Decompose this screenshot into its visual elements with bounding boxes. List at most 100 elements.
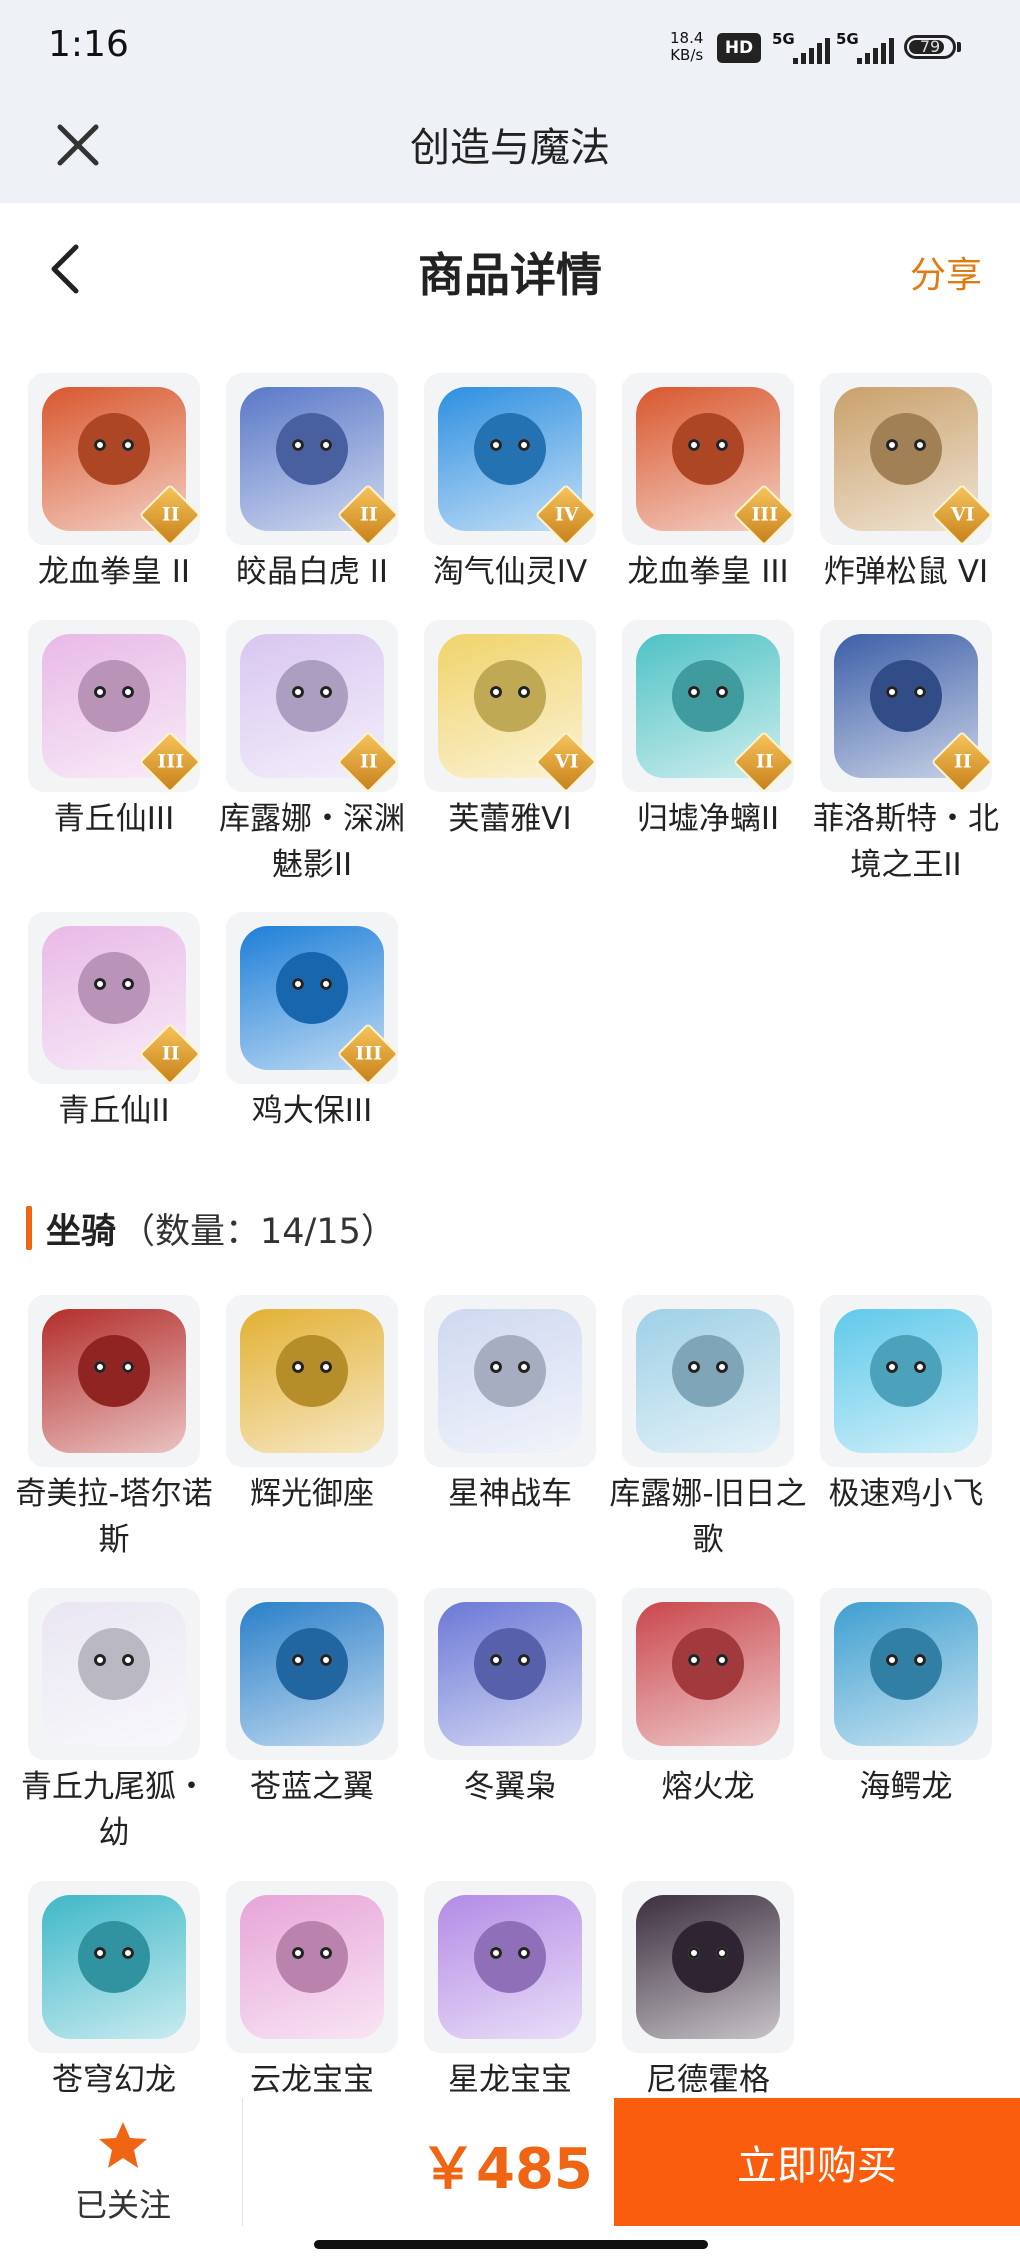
pet-item[interactable]: II 库露娜・深渊魅影II xyxy=(213,620,411,888)
mount-artwork xyxy=(240,1895,384,2039)
pet-thumbnail: II xyxy=(28,912,200,1084)
pet-thumbnail: II xyxy=(28,373,200,545)
mount-thumbnail xyxy=(28,1881,200,2053)
mount-artwork xyxy=(636,1602,780,1746)
mount-artwork xyxy=(240,1309,384,1453)
mount-item[interactable]: 星龙宝宝 xyxy=(411,1881,609,2103)
pet-name: 龙血拳皇 II xyxy=(37,554,191,590)
follow-button[interactable]: 已关注 xyxy=(38,2110,208,2224)
mount-thumbnail xyxy=(226,1588,398,1760)
mount-thumbnail xyxy=(424,1295,596,1467)
mount-item[interactable]: 星神战车 xyxy=(411,1295,609,1517)
buy-now-button[interactable]: 立即购买 xyxy=(614,2098,1020,2226)
bottom-bar: 已关注 ￥485 立即购买 xyxy=(0,2098,1020,2228)
mount-item[interactable]: 云龙宝宝 xyxy=(213,1881,411,2103)
pet-thumbnail: IV xyxy=(424,373,596,545)
pet-item[interactable]: III 青丘仙III xyxy=(15,620,213,842)
mount-thumbnail xyxy=(820,1295,992,1467)
signal-icon: 5G xyxy=(836,30,894,64)
pet-name: 炸弹松鼠 VI xyxy=(823,554,989,590)
detail-header: 商品详情 分享 xyxy=(0,203,1020,333)
mount-item[interactable]: 苍穹幻龙 xyxy=(15,1881,213,2103)
pet-thumbnail: II xyxy=(820,620,992,792)
signal-label: 5G xyxy=(836,30,859,48)
mount-item[interactable]: 尼德霍格 xyxy=(609,1881,807,2103)
star-icon xyxy=(99,2122,147,2168)
mount-name: 海鳄龙 xyxy=(859,1769,953,1805)
rank-label: IV xyxy=(554,503,579,526)
battery-level: 79 xyxy=(919,37,941,56)
pet-item[interactable]: VI 芙蕾雅VI xyxy=(411,620,609,842)
rank-label: VI xyxy=(554,750,579,773)
mount-thumbnail xyxy=(28,1588,200,1760)
mount-name: 尼德霍格 xyxy=(646,2062,770,2098)
pet-item[interactable]: II 龙血拳皇 II xyxy=(15,373,213,595)
mount-artwork xyxy=(240,1602,384,1746)
share-button[interactable]: 分享 xyxy=(910,246,982,298)
mount-name: 苍蓝之翼 xyxy=(250,1769,374,1805)
rank-label: II xyxy=(161,1042,180,1065)
mount-thumbnail xyxy=(622,1295,794,1467)
pet-item[interactable]: IV 淘气仙灵IV xyxy=(411,373,609,595)
rank-label: II xyxy=(359,503,378,526)
mount-artwork xyxy=(834,1309,978,1453)
mount-name: 熔火龙 xyxy=(661,1769,755,1805)
page-title: 商品详情 xyxy=(418,248,602,302)
pet-item[interactable]: III 鸡大保III xyxy=(213,912,411,1134)
rank-label: III xyxy=(355,1042,383,1065)
mount-item[interactable]: 熔火龙 xyxy=(609,1588,807,1810)
mount-item[interactable]: 库露娜-旧日之歌 xyxy=(609,1295,807,1563)
rank-label: III xyxy=(157,750,185,773)
mount-name: 冬翼枭 xyxy=(463,1769,557,1805)
network-speed-unit: KB/s xyxy=(670,46,704,64)
mount-name: 青丘九尾狐・幼 xyxy=(21,1769,207,1851)
pet-item[interactable]: II 皎晶白虎 II xyxy=(213,373,411,595)
pet-item[interactable]: II 青丘仙II xyxy=(15,912,213,1134)
pet-thumbnail: VI xyxy=(820,373,992,545)
pet-name: 归墟净螭II xyxy=(636,801,780,837)
pet-thumbnail: VI xyxy=(424,620,596,792)
pet-item[interactable]: II 归墟净螭II xyxy=(609,620,807,842)
mount-artwork xyxy=(42,1309,186,1453)
price: ￥485 xyxy=(420,2137,593,2202)
mount-item[interactable]: 辉光御座 xyxy=(213,1295,411,1517)
mount-item[interactable]: 奇美拉-塔尔诺斯 xyxy=(15,1295,213,1563)
rank-label: II xyxy=(953,750,972,773)
mount-thumbnail xyxy=(28,1295,200,1467)
mount-name: 奇美拉-塔尔诺斯 xyxy=(15,1476,213,1558)
mount-name: 星龙宝宝 xyxy=(448,2062,572,2098)
signal-label: 5G xyxy=(772,30,795,48)
status-time: 1:16 xyxy=(48,24,129,65)
mount-artwork xyxy=(438,1309,582,1453)
mount-thumbnail xyxy=(226,1295,398,1467)
mount-thumbnail xyxy=(424,1881,596,2053)
pet-item[interactable]: II 菲洛斯特・北境之王II xyxy=(807,620,1005,888)
mount-item[interactable]: 海鳄龙 xyxy=(807,1588,1005,1810)
mount-item[interactable]: 极速鸡小飞 xyxy=(807,1295,1005,1517)
rank-label: II xyxy=(359,750,378,773)
app-bar: 创造与魔法 xyxy=(0,95,1020,203)
network-speed-value: 18.4 xyxy=(670,29,704,47)
pet-name: 菲洛斯特・北境之王II xyxy=(813,801,999,883)
mount-name: 辉光御座 xyxy=(250,1476,374,1512)
mount-item[interactable]: 青丘九尾狐・幼 xyxy=(15,1588,213,1856)
pet-item[interactable]: VI 炸弹松鼠 VI xyxy=(807,373,1005,595)
mount-name: 云龙宝宝 xyxy=(250,2062,374,2098)
mount-thumbnail xyxy=(622,1588,794,1760)
mount-artwork xyxy=(438,1895,582,2039)
battery-tip xyxy=(957,42,961,52)
pet-item[interactable]: III 龙血拳皇 III xyxy=(609,373,807,595)
mount-thumbnail xyxy=(424,1588,596,1760)
mount-name: 星神战车 xyxy=(448,1476,572,1512)
status-bar: 1:16 18.4 KB/s HD 5G 5G 79 xyxy=(0,0,1020,95)
mount-item[interactable]: 冬翼枭 xyxy=(411,1588,609,1810)
pet-name: 库露娜・深渊魅影II xyxy=(219,801,405,883)
mount-thumbnail xyxy=(226,1881,398,2053)
pet-thumbnail: III xyxy=(226,912,398,1084)
pet-name: 皎晶白虎 II xyxy=(235,554,389,590)
pet-thumbnail: III xyxy=(622,373,794,545)
signal-icon: 5G xyxy=(772,30,830,64)
mount-item[interactable]: 苍蓝之翼 xyxy=(213,1588,411,1810)
pet-name: 鸡大保III xyxy=(251,1093,373,1129)
mount-artwork xyxy=(42,1602,186,1746)
